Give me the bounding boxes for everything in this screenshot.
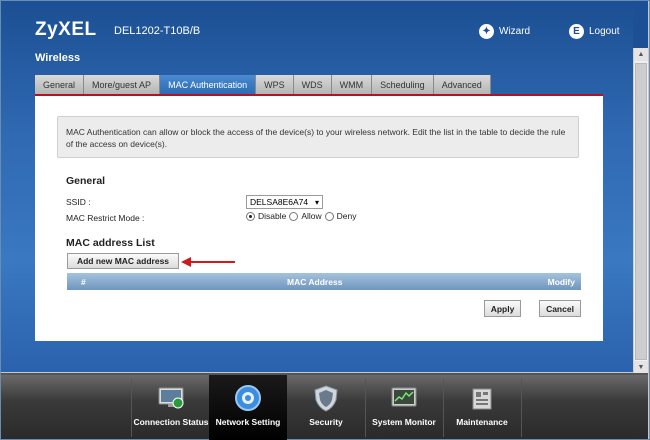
monitor-icon [158, 387, 184, 409]
tab-wmm[interactable]: WMM [331, 75, 373, 94]
nav-divider [365, 379, 366, 437]
add-mac-address-button[interactable]: Add new MAC address [67, 253, 179, 269]
bottom-nav: Connection Status Network Setting Securi… [1, 373, 648, 440]
tab-wds[interactable]: WDS [293, 75, 332, 94]
wizard-label: Wizard [499, 26, 531, 37]
tab-more-guest-ap[interactable]: More/guest AP [84, 75, 161, 94]
nav-connection-status-label: Connection Status [133, 417, 209, 427]
mac-restrict-label: MAC Restrict Mode : [66, 213, 145, 223]
nav-security[interactable]: Security [287, 375, 365, 440]
general-heading: General [66, 175, 106, 187]
logout-label: Logout [589, 26, 620, 37]
chevron-down-icon: ▾ [314, 197, 319, 207]
red-arrow-icon [181, 257, 235, 267]
chart-monitor-icon [391, 387, 417, 407]
nav-connection-status[interactable]: Connection Status [132, 375, 210, 440]
logout-icon: E [569, 24, 584, 39]
header-corner [633, 1, 648, 48]
ssid-select[interactable]: DELSA8E6A74 ▾ [246, 195, 323, 209]
column-modify: Modify [547, 277, 575, 287]
info-box: MAC Authentication can allow or block th… [57, 116, 579, 158]
logout-link[interactable]: E Logout [569, 24, 620, 39]
tab-scheduling[interactable]: Scheduling [372, 75, 434, 94]
radio-disable[interactable] [246, 211, 255, 221]
column-number: # [81, 277, 86, 287]
wizard-link[interactable]: ✦ Wizard [479, 24, 530, 39]
toolbox-icon [472, 388, 492, 410]
mac-list-heading: MAC address List [66, 237, 155, 249]
ssid-value: DELSA8E6A74 [250, 197, 309, 207]
cancel-button[interactable]: Cancel [539, 300, 581, 317]
mac-table-header: # MAC Address Modify [67, 273, 581, 290]
wizard-icon: ✦ [479, 24, 494, 39]
page-title: Wireless [35, 52, 81, 64]
zyxel-logo: ZyXEL [35, 19, 97, 40]
nav-divider [521, 379, 522, 437]
radio-allow-label: Allow [301, 211, 322, 221]
scroll-thumb[interactable] [635, 63, 647, 360]
vertical-scrollbar[interactable]: ▲ ▼ [633, 48, 648, 374]
nav-security-label: Security [309, 417, 343, 427]
radio-allow[interactable] [289, 211, 299, 221]
tab-advanced[interactable]: Advanced [433, 75, 491, 94]
model-name: DEL1202-T10B/B [114, 25, 201, 37]
main-area: ZyXEL DEL1202-T10B/B ✦ Wizard E Logout W… [1, 1, 633, 372]
nav-maintenance[interactable]: Maintenance [443, 375, 521, 440]
nav-divider [131, 379, 132, 437]
ssid-label: SSID : [66, 197, 91, 207]
mac-restrict-mode-group: Disable Allow Deny [246, 211, 357, 221]
tab-wps[interactable]: WPS [256, 75, 294, 94]
radio-deny-label: Deny [336, 211, 357, 221]
tab-general[interactable]: General [35, 75, 85, 94]
scroll-up-icon[interactable]: ▲ [634, 48, 648, 61]
nav-network-setting[interactable]: Network Setting [209, 375, 287, 440]
radio-deny[interactable] [324, 211, 334, 221]
nav-network-setting-label: Network Setting [215, 417, 281, 427]
nav-maintenance-label: Maintenance [456, 417, 508, 427]
gear-globe-icon [235, 385, 261, 411]
tab-mac-authentication[interactable]: MAC Authentication [160, 75, 257, 94]
tab-bar: General More/guest AP MAC Authentication… [35, 75, 491, 94]
nav-system-monitor[interactable]: System Monitor [365, 375, 443, 440]
content-panel: MAC Authentication can allow or block th… [35, 94, 603, 341]
column-mac-address: MAC Address [287, 277, 343, 287]
radio-disable-label: Disable [258, 211, 287, 221]
nav-divider [443, 379, 444, 437]
shield-icon [314, 385, 338, 412]
apply-button[interactable]: Apply [484, 300, 521, 317]
nav-system-monitor-label: System Monitor [372, 417, 436, 427]
